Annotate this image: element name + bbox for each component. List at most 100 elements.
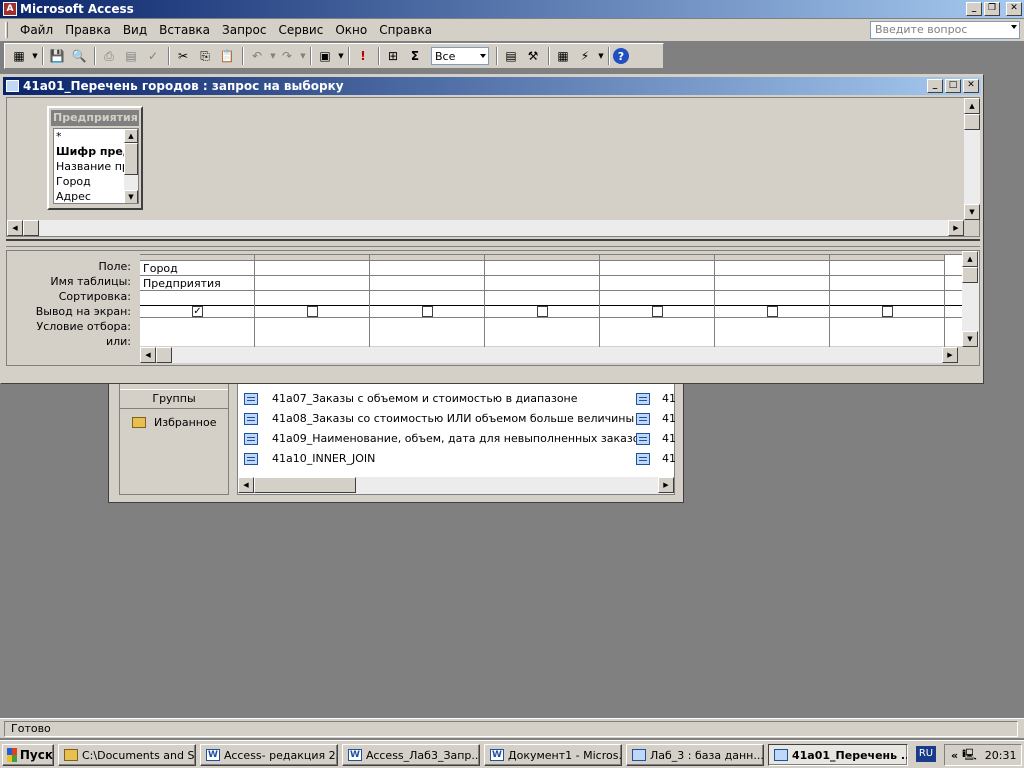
network-icon[interactable]: 🖳 [962, 746, 977, 765]
database-window[interactable]: Группы Избранное 41a07_Заказы с объемом … [108, 372, 684, 503]
grid-column[interactable] [600, 255, 715, 347]
scroll-down-icon[interactable]: ▼ [962, 331, 978, 347]
favorites-item[interactable]: Избранное [132, 416, 216, 429]
ask-question-input[interactable]: Введите вопрос [870, 21, 1020, 39]
query-design-grid[interactable]: Поле: Имя таблицы: Сортировка: Вывод на … [6, 250, 980, 366]
scroll-left-icon[interactable]: ◀ [140, 347, 156, 363]
pane-splitter[interactable] [6, 239, 980, 247]
scroll-up-icon[interactable]: ▲ [964, 98, 980, 114]
list-item[interactable]: 41 [636, 452, 676, 465]
print-icon[interactable]: ⎙ [99, 46, 119, 66]
menu-insert[interactable]: Вставка [153, 23, 216, 37]
menu-view[interactable]: Вид [117, 23, 153, 37]
taskbar-item-database[interactable]: Лаб_3 : база данн... [626, 744, 764, 766]
list-horizontal-scrollbar[interactable]: ◀ ▶ [238, 477, 674, 494]
scroll-down-icon[interactable]: ▼ [964, 204, 980, 220]
scroll-thumb[interactable] [254, 477, 356, 493]
minimize-button[interactable]: _ [966, 2, 982, 16]
scroll-thumb[interactable] [124, 143, 138, 175]
menu-query[interactable]: Запрос [216, 23, 272, 37]
show-checkbox[interactable] [652, 306, 663, 317]
clock[interactable]: 20:31 [985, 749, 1017, 762]
table-field-list[interactable]: Предприятия * Шифр предпр Название пре Г… [47, 106, 143, 210]
show-checkbox[interactable]: ✓ [192, 306, 203, 317]
query-icon[interactable] [6, 80, 19, 92]
totals-icon[interactable]: Σ [405, 46, 425, 66]
column-selector[interactable] [830, 255, 944, 261]
maximize-button[interactable]: □ [945, 79, 961, 93]
list-item[interactable]: 41a09_Наименование, объем, дата для невы… [244, 432, 646, 445]
query-type-icon[interactable]: ▣ [315, 46, 335, 66]
menu-window[interactable]: Окно [329, 23, 373, 37]
query-design-window[interactable]: 41a01_Перечень городов : запрос на выбор… [0, 74, 984, 384]
grid-column[interactable] [485, 255, 600, 347]
taskbar-item-explorer[interactable]: C:\Documents and S... [58, 744, 196, 766]
new-object-icon[interactable]: ⚡ [575, 46, 595, 66]
scroll-right-icon[interactable]: ▶ [942, 347, 958, 363]
paste-icon[interactable]: 📋 [217, 46, 237, 66]
restore-button[interactable]: ❐ [984, 2, 1000, 16]
column-selector[interactable] [255, 255, 369, 261]
grid-column[interactable] [255, 255, 370, 347]
taskbar-item-word-1[interactable]: W Access- редакция 2... [200, 744, 338, 766]
scroll-thumb[interactable] [964, 114, 980, 130]
help-icon[interactable]: ? [613, 48, 629, 64]
grid-field-cell[interactable]: Город [143, 262, 178, 275]
search-file-icon[interactable]: 🔍 [69, 46, 89, 66]
run-icon[interactable]: ! [353, 46, 373, 66]
top-values-select[interactable]: Все [431, 47, 489, 65]
close-button[interactable]: ✕ [963, 79, 979, 93]
grid-column[interactable]: Город Предприятия ✓ [140, 255, 255, 347]
chevron-down-icon[interactable] [480, 54, 486, 58]
redo-icon[interactable]: ↷ [277, 46, 297, 66]
scroll-left-icon[interactable]: ◀ [238, 477, 254, 493]
column-selector[interactable] [370, 255, 484, 261]
column-selector[interactable] [140, 255, 254, 261]
taskbar-item-word-3[interactable]: W Документ1 - Micros... [484, 744, 622, 766]
query-type-dropdown-icon[interactable]: ▼ [337, 52, 345, 60]
scroll-left-icon[interactable]: ◀ [7, 220, 23, 236]
grid-table-cell[interactable]: Предприятия [143, 277, 221, 290]
menu-help[interactable]: Справка [373, 23, 438, 37]
list-item[interactable]: 41a10_INNER_JOIN [244, 452, 375, 465]
query-window-title-bar[interactable]: 41a01_Перечень городов : запрос на выбор… [3, 77, 981, 95]
grid-vertical-scrollbar[interactable]: ▲ ▼ [962, 251, 979, 347]
column-selector[interactable] [485, 255, 599, 261]
show-table-icon[interactable]: ⊞ [383, 46, 403, 66]
menu-tools[interactable]: Сервис [272, 23, 329, 37]
undo-icon[interactable]: ↶ [247, 46, 267, 66]
copy-icon[interactable]: ⎘ [195, 46, 215, 66]
show-checkbox[interactable] [307, 306, 318, 317]
scroll-down-icon[interactable]: ▼ [124, 190, 138, 203]
show-checkbox[interactable] [767, 306, 778, 317]
show-checkbox[interactable] [882, 306, 893, 317]
menu-file[interactable]: Файл [14, 23, 59, 37]
spelling-icon[interactable]: ✓ [143, 46, 163, 66]
field-item[interactable]: Адрес [56, 190, 91, 203]
list-item[interactable]: 41a07_Заказы с объемом и стоимостью в ди… [244, 392, 578, 405]
scroll-right-icon[interactable]: ▶ [948, 220, 964, 236]
column-selector[interactable] [600, 255, 714, 261]
groups-bar[interactable]: Группы [120, 389, 228, 409]
view-icon[interactable]: ▦ [9, 46, 29, 66]
tray-expand-icon[interactable]: « [951, 749, 958, 762]
scroll-up-icon[interactable]: ▲ [124, 129, 138, 143]
scroll-thumb[interactable] [156, 347, 172, 363]
field-item-all[interactable]: * [56, 130, 62, 143]
grid-column[interactable] [715, 255, 830, 347]
app-title-bar[interactable]: A Microsoft Access _ ❐ ✕ [0, 0, 1024, 18]
table-pane-vertical-scrollbar[interactable]: ▲ ▼ [964, 98, 980, 220]
show-checkbox[interactable] [422, 306, 433, 317]
scroll-thumb[interactable] [962, 267, 978, 283]
database-window-icon[interactable]: ▦ [553, 46, 573, 66]
menu-edit[interactable]: Правка [59, 23, 117, 37]
save-icon[interactable]: 💾 [47, 46, 67, 66]
redo-dropdown-icon[interactable]: ▼ [299, 52, 307, 60]
show-checkbox[interactable] [537, 306, 548, 317]
table-pane[interactable]: Предприятия * Шифр предпр Название пре Г… [6, 97, 980, 237]
list-item[interactable]: 41 [636, 412, 676, 425]
taskbar-item-query[interactable]: 41a01_Перечень ... [768, 744, 908, 766]
scroll-thumb[interactable] [23, 220, 39, 236]
scroll-right-icon[interactable]: ▶ [658, 477, 674, 493]
scroll-up-icon[interactable]: ▲ [962, 251, 978, 267]
